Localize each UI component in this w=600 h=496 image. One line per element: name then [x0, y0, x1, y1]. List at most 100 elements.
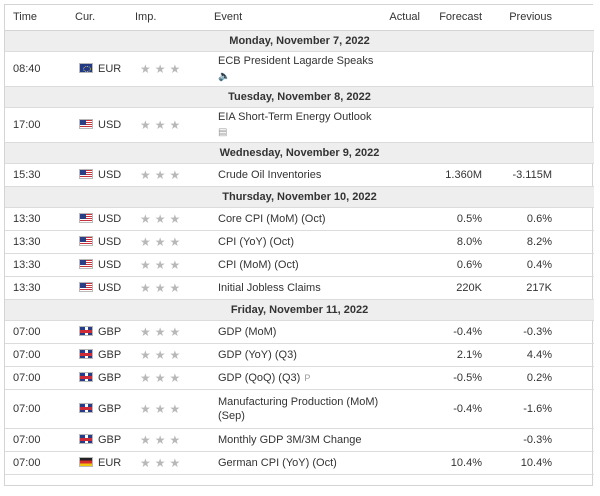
currency-code: USD	[98, 258, 122, 271]
star-icon: ★	[154, 167, 170, 182]
event-currency: GBP	[67, 343, 127, 367]
event-title[interactable]: ECB President Lagarde Speaks	[218, 55, 373, 67]
event-forecast: 1.360M	[420, 163, 482, 187]
event-time: 08:40	[5, 51, 67, 87]
event-title[interactable]: GDP (MoM)	[218, 326, 276, 338]
event-actual	[380, 320, 420, 344]
event-row[interactable]: 07:00 GBP ★★★ Monthly GDP 3M/3M Change -…	[5, 428, 594, 452]
event-currency: EUR	[67, 451, 127, 475]
importance-stars: ★★★	[127, 276, 206, 300]
star-icon: ★	[154, 401, 170, 416]
star-icon: ★	[169, 401, 185, 416]
economic-calendar: Time Cur. Imp. Event Actual Forecast Pre…	[4, 4, 594, 486]
us-flag-icon	[79, 281, 93, 292]
event-name[interactable]: Crude Oil Inventories	[206, 163, 380, 187]
event-title[interactable]: GDP (YoY) (Q3)	[218, 349, 297, 361]
star-icon: ★	[154, 455, 170, 470]
star-icon: ★	[140, 211, 155, 226]
event-time: 07:00	[5, 428, 67, 452]
header-forecast[interactable]: Forecast	[420, 5, 482, 31]
event-forecast: 10.4%	[420, 451, 482, 475]
event-row[interactable]: 17:00 USD ★★★ EIA Short-Term Energy Outl…	[5, 107, 594, 143]
currency-code: GBP	[98, 325, 122, 338]
star-icon: ★	[140, 280, 155, 295]
currency-code: USD	[98, 235, 122, 248]
event-title[interactable]: Manufacturing Production (MoM) (Sep)	[218, 396, 378, 422]
header-actual[interactable]: Actual	[380, 5, 420, 31]
star-icon: ★	[169, 432, 185, 447]
importance-stars: ★★★	[127, 51, 206, 87]
header-row: Time Cur. Imp. Event Actual Forecast Pre…	[5, 5, 594, 31]
event-time: 13:30	[5, 253, 67, 277]
event-name[interactable]: Initial Jobless Claims	[206, 276, 380, 300]
star-icon: ★	[140, 370, 155, 385]
event-row[interactable]: 07:00 EUR ★★★ German CPI (YoY) (Oct) 10.…	[5, 451, 594, 475]
us-flag-icon	[79, 235, 93, 246]
header-event[interactable]: Event	[206, 5, 380, 31]
star-icon: ★	[169, 455, 185, 470]
star-icon: ★	[169, 280, 185, 295]
event-name[interactable]: Manufacturing Production (MoM) (Sep)	[206, 389, 380, 429]
star-icon: ★	[154, 117, 170, 132]
event-title[interactable]: Monthly GDP 3M/3M Change	[218, 434, 361, 446]
event-name[interactable]: GDP (QoQ) (Q3) P	[206, 366, 380, 390]
header-importance[interactable]: Imp.	[127, 5, 206, 31]
event-row[interactable]: 13:30 USD ★★★ CPI (YoY) (Oct) 8.0% 8.2%	[5, 230, 594, 254]
event-title[interactable]: CPI (MoM) (Oct)	[218, 259, 299, 271]
event-name[interactable]: ECB President Lagarde Speaks 🔈	[206, 51, 380, 87]
event-name[interactable]: CPI (MoM) (Oct)	[206, 253, 380, 277]
us-flag-icon	[79, 168, 93, 179]
document-icon[interactable]: ▤	[218, 126, 380, 140]
star-icon: ★	[140, 455, 155, 470]
row-spacer	[552, 207, 594, 231]
star-icon: ★	[140, 432, 155, 447]
star-icon: ★	[169, 370, 185, 385]
event-name[interactable]: GDP (MoM)	[206, 320, 380, 344]
event-row[interactable]: 13:30 USD ★★★ Core CPI (MoM) (Oct) 0.5% …	[5, 207, 594, 231]
header-currency[interactable]: Cur.	[67, 5, 127, 31]
row-spacer	[552, 428, 594, 452]
star-icon: ★	[154, 324, 170, 339]
importance-stars: ★★★	[127, 343, 206, 367]
speaker-icon[interactable]: 🔈	[218, 70, 380, 84]
currency-code: GBP	[98, 402, 122, 415]
event-actual	[380, 207, 420, 231]
header-previous[interactable]: Previous	[482, 5, 552, 31]
event-name[interactable]: CPI (YoY) (Oct)	[206, 230, 380, 254]
event-title[interactable]: Initial Jobless Claims	[218, 282, 321, 294]
day-date: Monday, November 7, 2022	[5, 30, 594, 52]
event-title[interactable]: EIA Short-Term Energy Outlook	[218, 111, 371, 123]
event-currency: USD	[67, 276, 127, 300]
event-row[interactable]: 13:30 USD ★★★ CPI (MoM) (Oct) 0.6% 0.4%	[5, 253, 594, 277]
event-title[interactable]: CPI (YoY) (Oct)	[218, 236, 294, 248]
event-row[interactable]: 13:30 USD ★★★ Initial Jobless Claims 220…	[5, 276, 594, 300]
event-time: 07:00	[5, 451, 67, 475]
event-title[interactable]: German CPI (YoY) (Oct)	[218, 457, 337, 469]
event-name[interactable]: GDP (YoY) (Q3)	[206, 343, 380, 367]
event-forecast: -0.4%	[420, 389, 482, 429]
event-row[interactable]: 07:00 GBP ★★★ Manufacturing Production (…	[5, 389, 594, 429]
event-title[interactable]: GDP (QoQ) (Q3)	[218, 372, 300, 384]
day-header-row: Friday, November 11, 2022	[5, 299, 594, 321]
event-row[interactable]: 07:00 GBP ★★★ GDP (QoQ) (Q3) P -0.5% 0.2%	[5, 366, 594, 390]
event-currency: USD	[67, 253, 127, 277]
event-actual	[380, 451, 420, 475]
event-row[interactable]: 15:30 USD ★★★ Crude Oil Inventories 1.36…	[5, 163, 594, 187]
event-actual	[380, 163, 420, 187]
event-row[interactable]: 07:00 GBP ★★★ GDP (YoY) (Q3) 2.1% 4.4%	[5, 343, 594, 367]
gb-flag-icon	[79, 402, 93, 413]
event-actual	[380, 366, 420, 390]
event-row[interactable]: 08:40 EUR ★★★ ECB President Lagarde Spea…	[5, 51, 594, 87]
header-time[interactable]: Time	[5, 5, 67, 31]
event-name[interactable]: Core CPI (MoM) (Oct)	[206, 207, 380, 231]
event-forecast	[420, 51, 482, 87]
event-title[interactable]: Crude Oil Inventories	[218, 169, 321, 181]
event-title[interactable]: Core CPI (MoM) (Oct)	[218, 213, 326, 225]
star-icon: ★	[154, 370, 170, 385]
gb-flag-icon	[79, 433, 93, 444]
event-row[interactable]: 07:00 GBP ★★★ GDP (MoM) -0.4% -0.3%	[5, 320, 594, 344]
event-name[interactable]: EIA Short-Term Energy Outlook ▤	[206, 107, 380, 143]
event-name[interactable]: German CPI (YoY) (Oct)	[206, 451, 380, 475]
event-name[interactable]: Monthly GDP 3M/3M Change	[206, 428, 380, 452]
star-icon: ★	[140, 401, 155, 416]
